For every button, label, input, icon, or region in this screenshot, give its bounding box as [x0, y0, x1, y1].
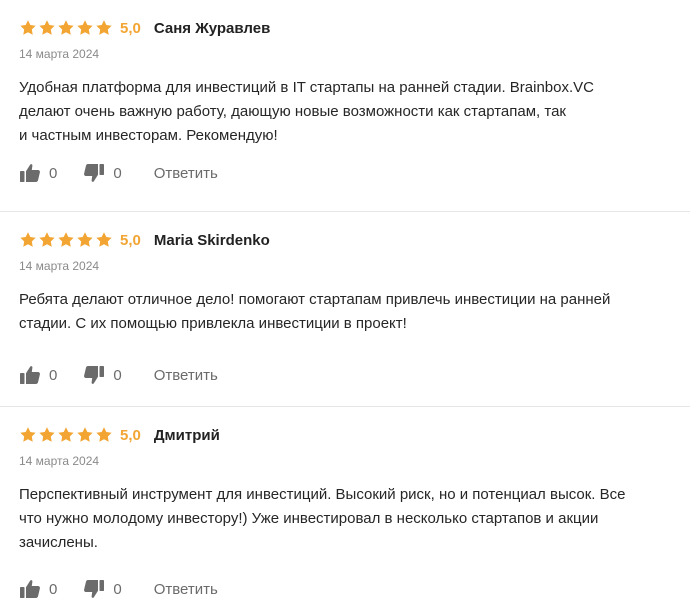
review-date: 14 марта 2024: [19, 47, 100, 61]
dislike-count: 0: [113, 164, 122, 182]
review-text-line: Удобная платформа для инвестиций в IT ст…: [19, 79, 594, 96]
thumbs-up-icon: [19, 365, 41, 385]
star-icon: [76, 231, 94, 249]
like-button[interactable]: 0: [19, 365, 57, 385]
like-button[interactable]: 0: [19, 579, 57, 599]
like-button[interactable]: 0: [19, 163, 57, 183]
thumbs-up-icon: [19, 163, 41, 183]
star-icon: [95, 19, 113, 37]
like-count: 0: [49, 164, 58, 182]
star-icon: [57, 426, 75, 444]
review-text-line: что нужно молодому инвестору!) Уже инвес…: [19, 510, 599, 527]
review-text: Удобная платформа для инвестиций в IT ст…: [19, 76, 679, 148]
review-date: 14 марта 2024: [19, 259, 100, 273]
dislike-count: 0: [113, 580, 122, 598]
review-text-line: зачислены.: [19, 534, 98, 551]
review-date: 14 марта 2024: [19, 454, 100, 468]
star-icon: [19, 19, 37, 37]
reviews-list: 5,0 Саня Журавлев 14 марта 2024 Удобная …: [0, 0, 690, 613]
star-icon: [38, 426, 56, 444]
review-text: Ребята делают отличное дело! помогают ст…: [19, 288, 679, 336]
review-text-line: и частным инвесторам. Рекомендую!: [19, 127, 278, 144]
star-rating: [19, 231, 114, 249]
thumbs-down-icon: [83, 163, 105, 183]
review-actions: 0 0 Ответить: [19, 363, 218, 387]
author-name: Дмитрий: [153, 426, 220, 444]
review-item: 5,0 Дмитрий 14 марта 2024 Перспективный …: [0, 407, 690, 613]
dislike-count: 0: [113, 366, 122, 384]
rating-value: 5,0: [120, 231, 141, 249]
review-actions: 0 0 Ответить: [19, 161, 218, 185]
author-name: Саня Журавлев: [153, 19, 271, 37]
author-name: Maria Skirdenko: [153, 231, 270, 249]
star-icon: [57, 19, 75, 37]
review-text-line: делают очень важную работу, дающую новые…: [19, 103, 566, 120]
star-icon: [76, 426, 94, 444]
review-text: Перспективный инструмент для инвестиций.…: [19, 483, 679, 555]
star-icon: [38, 19, 56, 37]
star-rating: [19, 426, 114, 444]
review-item: 5,0 Саня Журавлев 14 марта 2024 Удобная …: [0, 0, 690, 212]
reply-button[interactable]: Ответить: [154, 581, 218, 598]
star-icon: [38, 231, 56, 249]
review-header: 5,0 Саня Журавлев: [19, 17, 270, 39]
like-count: 0: [49, 580, 58, 598]
rating-value: 5,0: [120, 426, 141, 444]
review-actions: 0 0 Ответить: [19, 577, 218, 601]
review-header: 5,0 Maria Skirdenko: [19, 229, 270, 251]
reply-button[interactable]: Ответить: [154, 165, 218, 182]
star-icon: [95, 426, 113, 444]
star-icon: [76, 19, 94, 37]
reply-button[interactable]: Ответить: [154, 367, 218, 384]
review-text-line: Ребята делают отличное дело! помогают ст…: [19, 291, 611, 308]
star-rating: [19, 19, 114, 37]
review-header: 5,0 Дмитрий: [19, 424, 220, 446]
thumbs-down-icon: [83, 365, 105, 385]
review-item: 5,0 Maria Skirdenko 14 марта 2024 Ребята…: [0, 212, 690, 407]
star-icon: [95, 231, 113, 249]
dislike-button[interactable]: 0: [83, 163, 122, 183]
rating-value: 5,0: [120, 19, 141, 37]
star-icon: [19, 426, 37, 444]
like-count: 0: [49, 366, 58, 384]
star-icon: [57, 231, 75, 249]
star-icon: [19, 231, 37, 249]
thumbs-down-icon: [83, 579, 105, 599]
dislike-button[interactable]: 0: [83, 365, 122, 385]
review-text-line: стадии. С их помощью привлекла инвестици…: [19, 315, 407, 332]
thumbs-up-icon: [19, 579, 41, 599]
review-text-line: Перспективный инструмент для инвестиций.…: [19, 486, 626, 503]
dislike-button[interactable]: 0: [83, 579, 122, 599]
